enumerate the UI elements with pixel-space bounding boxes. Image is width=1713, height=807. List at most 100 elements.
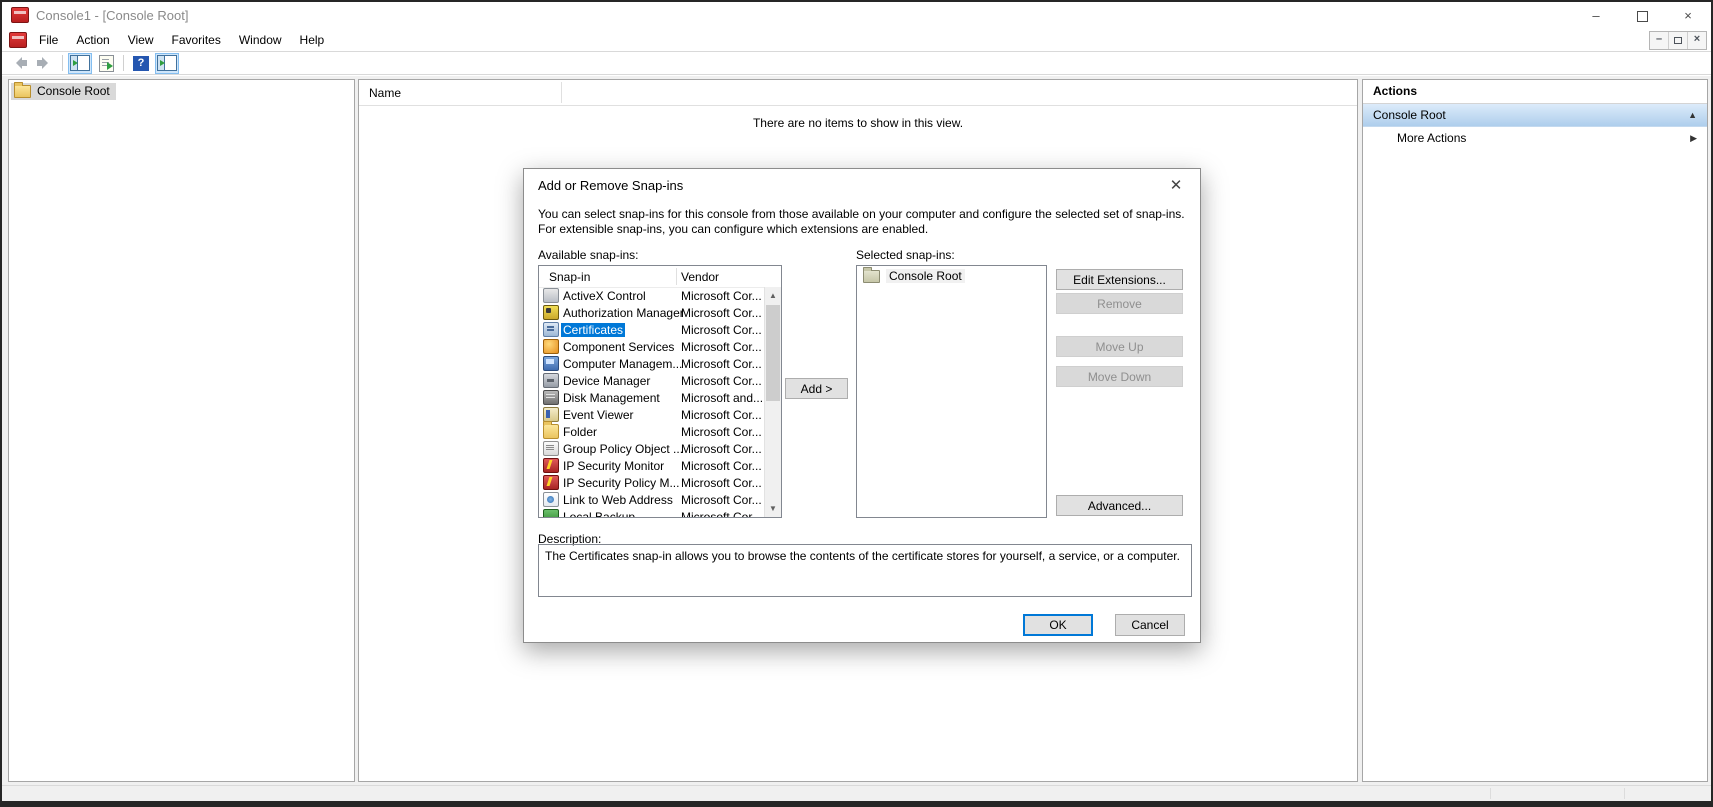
- snapin-name: Local Backup: [563, 509, 636, 518]
- mmc-window: Console1 - [Console Root] – × File Action…: [2, 2, 1711, 801]
- snapin-name: Certificates: [561, 322, 626, 337]
- forward-icon: [36, 57, 54, 69]
- dialog-title: Add or Remove Snap-ins: [538, 178, 684, 193]
- show-console-tree-button[interactable]: [68, 52, 92, 74]
- available-list-header: Snap-in Vendor: [539, 266, 781, 288]
- remove-button: Remove: [1056, 293, 1183, 314]
- menu-action[interactable]: Action: [67, 29, 118, 51]
- column-vendor[interactable]: Vendor: [681, 270, 719, 284]
- results-column-header: Name: [359, 80, 1357, 106]
- child-minimize-button[interactable]: –: [1650, 32, 1668, 49]
- menu-items: File Action View Favorites Window Help: [30, 29, 333, 51]
- move-down-button: Move Down: [1056, 366, 1183, 387]
- snapin-vendor: Microsoft Cor...: [681, 373, 762, 388]
- toolbar: ?: [2, 52, 1711, 75]
- export-list-button[interactable]: [94, 53, 118, 74]
- snapin-name: Component Services: [563, 339, 675, 354]
- scroll-up-icon[interactable]: ▲: [765, 287, 781, 304]
- snapin-name: IP Security Monitor: [563, 458, 665, 473]
- column-snapin[interactable]: Snap-in: [549, 270, 590, 284]
- snapin-vendor: Microsoft Cor...: [681, 407, 762, 422]
- child-close-icon: ×: [1693, 33, 1701, 45]
- cancel-button[interactable]: Cancel: [1115, 614, 1185, 636]
- menu-view[interactable]: View: [119, 29, 163, 51]
- snapin-name: Group Policy Object ...: [563, 441, 684, 456]
- snapin-row-device-manager[interactable]: Device Manager Microsoft Cor...: [539, 372, 764, 389]
- snapin-row-ip-security-policy-m[interactable]: IP Security Policy M... Microsoft Cor...: [539, 474, 764, 491]
- snapin-row-local-backup[interactable]: Local Backup Microsoft Cor...: [539, 508, 764, 517]
- snapin-vendor: Microsoft Cor...: [681, 339, 762, 354]
- scrollbar[interactable]: ▲ ▼: [764, 287, 781, 517]
- actions-group-console-root[interactable]: Console Root ▲: [1363, 104, 1707, 127]
- snapin-name: IP Security Policy M...: [563, 475, 680, 490]
- collapse-icon[interactable]: ▲: [1688, 104, 1697, 126]
- snapin-row-link-to-web-address[interactable]: Link to Web Address Microsoft Cor...: [539, 491, 764, 508]
- snapin-row-event-viewer[interactable]: Event Viewer Microsoft Cor...: [539, 406, 764, 423]
- help-button[interactable]: ?: [129, 53, 153, 74]
- window-title: Console1 - [Console Root]: [36, 8, 189, 23]
- dialog-intro-text: You can select snap-ins for this console…: [538, 207, 1185, 236]
- scroll-down-icon[interactable]: ▼: [765, 500, 781, 517]
- snapin-row-ip-security-monitor[interactable]: IP Security Monitor Microsoft Cor...: [539, 457, 764, 474]
- menu-file[interactable]: File: [30, 29, 67, 51]
- more-actions-item[interactable]: More Actions ▶: [1363, 127, 1707, 149]
- ok-button[interactable]: OK: [1023, 614, 1093, 636]
- selected-snapin-row[interactable]: Console Root: [857, 266, 1046, 283]
- snapin-row-activex-control[interactable]: ActiveX Control Microsoft Cor...: [539, 287, 764, 304]
- forward-button[interactable]: [33, 53, 57, 74]
- snapin-vendor: Microsoft Cor...: [681, 424, 762, 439]
- mmc-child-icon[interactable]: [9, 32, 27, 48]
- localbackup-icon: [543, 509, 559, 517]
- column-header-name[interactable]: Name: [369, 86, 401, 100]
- more-actions-label: More Actions: [1397, 131, 1467, 145]
- minimize-icon: –: [1592, 8, 1600, 23]
- activex-icon: [543, 288, 559, 303]
- available-snapins-list[interactable]: Snap-in Vendor ActiveX Control Microsoft …: [538, 265, 782, 518]
- dialog-close-button[interactable]: ✕: [1164, 176, 1188, 196]
- back-button[interactable]: [7, 53, 31, 74]
- menu-help[interactable]: Help: [291, 29, 334, 51]
- show-action-pane-button[interactable]: [155, 52, 179, 74]
- mmc-app-icon: [11, 7, 29, 23]
- status-bar: [2, 785, 1711, 801]
- snapin-row-certificates[interactable]: Certificates Microsoft Cor...: [539, 321, 764, 338]
- child-restore-button[interactable]: [1668, 32, 1687, 49]
- minimize-button[interactable]: –: [1573, 2, 1619, 29]
- snapin-name: Link to Web Address: [563, 492, 673, 507]
- snapin-row-computer-managem[interactable]: Computer Managem... Microsoft Cor...: [539, 355, 764, 372]
- selected-snapins-list[interactable]: Console Root: [856, 265, 1047, 518]
- toolbar-separator: [62, 55, 63, 71]
- snapin-row-component-services[interactable]: Component Services Microsoft Cor...: [539, 338, 764, 355]
- close-icon: ×: [1684, 8, 1692, 23]
- actions-pane-header: Actions: [1363, 80, 1707, 104]
- add-button[interactable]: Add >: [785, 378, 848, 399]
- snapin-row-folder[interactable]: Folder Microsoft Cor...: [539, 421, 764, 440]
- scroll-thumb[interactable]: [766, 305, 780, 401]
- snapin-vendor: Microsoft Cor...: [681, 492, 762, 507]
- column-divider[interactable]: [561, 82, 562, 103]
- edit-extensions-button[interactable]: Edit Extensions...: [1056, 269, 1183, 290]
- snapin-row-disk-management[interactable]: Disk Management Microsoft and...: [539, 389, 764, 406]
- advanced-button[interactable]: Advanced...: [1056, 495, 1183, 516]
- folder-icon: [543, 421, 559, 439]
- snapin-vendor: Microsoft Cor...: [681, 305, 762, 320]
- snapin-row-group-policy-object[interactable]: Group Policy Object ... Microsoft Cor...: [539, 440, 764, 457]
- expand-icon: ▶: [1690, 133, 1697, 143]
- menu-window[interactable]: Window: [230, 29, 291, 51]
- authmgr-icon: [543, 305, 559, 320]
- snapin-vendor: Microsoft and...: [681, 390, 764, 405]
- snapin-row-authorization-manager[interactable]: Authorization Manager Microsoft Cor...: [539, 304, 764, 321]
- menu-favorites[interactable]: Favorites: [163, 29, 230, 51]
- diskmgmt-icon: [543, 390, 559, 405]
- child-minimize-icon: –: [1655, 33, 1663, 45]
- ipsec-icon: [543, 458, 559, 473]
- snapin-name: Device Manager: [563, 373, 651, 388]
- child-close-button[interactable]: ×: [1687, 32, 1706, 49]
- toolbar-separator: [123, 55, 124, 71]
- title-bar: Console1 - [Console Root] – ×: [2, 2, 1711, 29]
- maximize-button[interactable]: [1619, 2, 1665, 29]
- close-button[interactable]: ×: [1665, 2, 1711, 29]
- snapin-vendor: Microsoft Cor...: [681, 509, 762, 518]
- selected-snapins-label: Selected snap-ins:: [856, 248, 955, 262]
- tree-item-console-root[interactable]: Console Root: [11, 81, 116, 100]
